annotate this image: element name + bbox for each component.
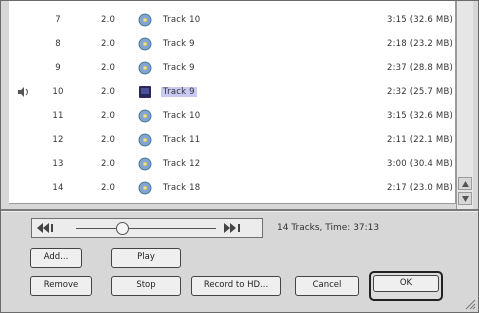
triangle-down-icon (462, 196, 469, 202)
fast-forward-icon (224, 223, 240, 233)
cancel-button[interactable]: Cancel (295, 276, 359, 296)
ok-button[interactable]: OK (369, 271, 443, 301)
track-row[interactable]: 14 2.0 Track 18 2:17 (23.0 MB) (9, 179, 455, 199)
track-number: 11 (52, 111, 64, 121)
track-title[interactable]: Track 10 (161, 15, 202, 25)
track-format-version: 2.0 (101, 39, 116, 49)
audio-cd-import-dialog: 7 2.0 Track 10 3:15 (32.6 MB) 8 2.0 Track 9 2:1… (0, 0, 479, 313)
track-format-version: 2.0 (101, 111, 116, 121)
track-title[interactable]: Track 9 (161, 63, 197, 73)
cd-track-icon (138, 37, 152, 51)
track-number: 7 (55, 15, 61, 25)
track-number: 9 (55, 63, 61, 73)
track-row[interactable]: 7 2.0 Track 10 3:15 (32.6 MB) (9, 11, 455, 31)
track-title[interactable]: Track 11 (161, 135, 202, 145)
cd-track-icon (138, 181, 152, 195)
cd-track-icon (138, 13, 152, 27)
speaker-icon (18, 87, 28, 97)
track-duration: 2:37 (28.8 MB) (387, 63, 454, 73)
add-button[interactable]: Add... (30, 248, 82, 268)
track-duration: 2:18 (23.2 MB) (387, 39, 454, 49)
divider (1, 209, 478, 212)
track-number: 8 (55, 39, 61, 49)
cd-track-selected-icon (139, 86, 151, 98)
scroll-up-arrow[interactable] (458, 177, 472, 190)
track-row[interactable]: 13 2.0 Track 12 3:00 (30.4 MB) (9, 155, 455, 175)
track-row[interactable]: 9 2.0 Track 9 2:37 (28.8 MB) (9, 59, 455, 79)
track-list[interactable]: 7 2.0 Track 10 3:15 (32.6 MB) 8 2.0 Track 9 2:1… (9, 1, 456, 204)
track-format-version: 2.0 (101, 135, 116, 145)
cd-track-icon (138, 61, 152, 75)
track-duration: 2:11 (22.1 MB) (387, 135, 454, 145)
track-number: 13 (52, 159, 64, 169)
track-duration: 3:15 (32.6 MB) (387, 111, 454, 121)
record-to-hd-button[interactable]: Record to HD... (191, 276, 281, 296)
stop-button[interactable]: Stop (111, 276, 181, 296)
track-title[interactable]: Track 18 (161, 183, 202, 193)
track-duration: 3:00 (30.4 MB) (387, 159, 454, 169)
resize-grip-icon[interactable] (462, 296, 476, 310)
track-number: 12 (52, 135, 64, 145)
track-duration: 2:17 (23.0 MB) (387, 183, 454, 193)
track-title[interactable]: Track 10 (161, 111, 202, 121)
position-track (76, 228, 216, 229)
track-title[interactable]: Track 9 (161, 39, 197, 49)
playback-controls (31, 218, 263, 238)
track-row[interactable]: 12 2.0 Track 11 2:11 (22.1 MB) (9, 131, 455, 151)
track-row[interactable]: 11 2.0 Track 10 3:15 (32.6 MB) (9, 107, 455, 127)
position-slider-knob[interactable] (116, 222, 129, 235)
track-number: 14 (52, 183, 64, 193)
rewind-icon (37, 223, 53, 233)
track-format-version: 2.0 (101, 87, 116, 97)
track-format-version: 2.0 (101, 183, 116, 193)
track-format-version: 2.0 (101, 159, 116, 169)
track-number: 10 (52, 87, 64, 97)
track-row[interactable]: 10 2.0 Track 9 2:32 (25.7 MB) (9, 83, 455, 103)
scroll-down-arrow[interactable] (458, 192, 472, 205)
ok-button-label: OK (373, 275, 439, 292)
vertical-scrollbar[interactable] (456, 1, 473, 209)
track-format-version: 2.0 (101, 15, 116, 25)
cd-track-icon (138, 109, 152, 123)
remove-button[interactable]: Remove (30, 276, 92, 296)
track-row[interactable]: 8 2.0 Track 9 2:18 (23.2 MB) (9, 35, 455, 55)
track-summary-status: 14 Tracks, Time: 37:13 (277, 223, 380, 233)
track-title[interactable]: Track 12 (161, 159, 202, 169)
fast-forward-button[interactable] (222, 221, 244, 235)
rewind-button[interactable] (35, 221, 57, 235)
triangle-up-icon (462, 181, 469, 187)
cd-track-icon (138, 133, 152, 147)
track-duration: 3:15 (32.6 MB) (387, 15, 454, 25)
track-format-version: 2.0 (101, 63, 116, 73)
play-button[interactable]: Play (111, 248, 181, 268)
track-title[interactable]: Track 9 (161, 87, 197, 97)
track-duration: 2:32 (25.7 MB) (387, 87, 454, 97)
cd-track-icon (138, 157, 152, 171)
